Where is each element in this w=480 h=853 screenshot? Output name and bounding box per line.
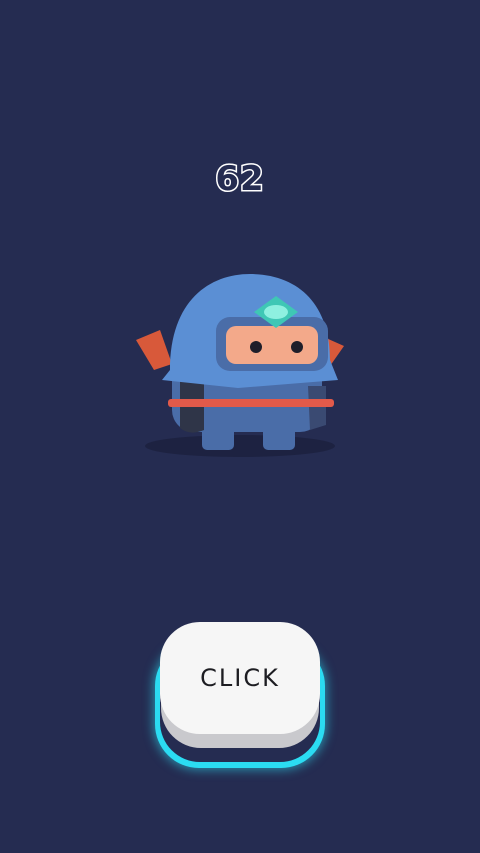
character-shadow (145, 435, 335, 457)
sword-left (136, 330, 172, 370)
ninja-illustration (136, 274, 344, 457)
click-button[interactable]: CLICK (155, 622, 325, 768)
right-eye (291, 341, 303, 353)
score-counter: 62 (214, 158, 265, 201)
face (226, 326, 318, 364)
gem-inner (264, 305, 288, 319)
belt (168, 399, 334, 407)
game-screen: 62 CLICK (0, 0, 480, 853)
click-button-label: CLICK (200, 664, 280, 692)
click-button-face[interactable]: CLICK (160, 622, 320, 734)
cape-right (308, 386, 326, 430)
left-eye (250, 341, 262, 353)
ninja-character (130, 260, 350, 470)
